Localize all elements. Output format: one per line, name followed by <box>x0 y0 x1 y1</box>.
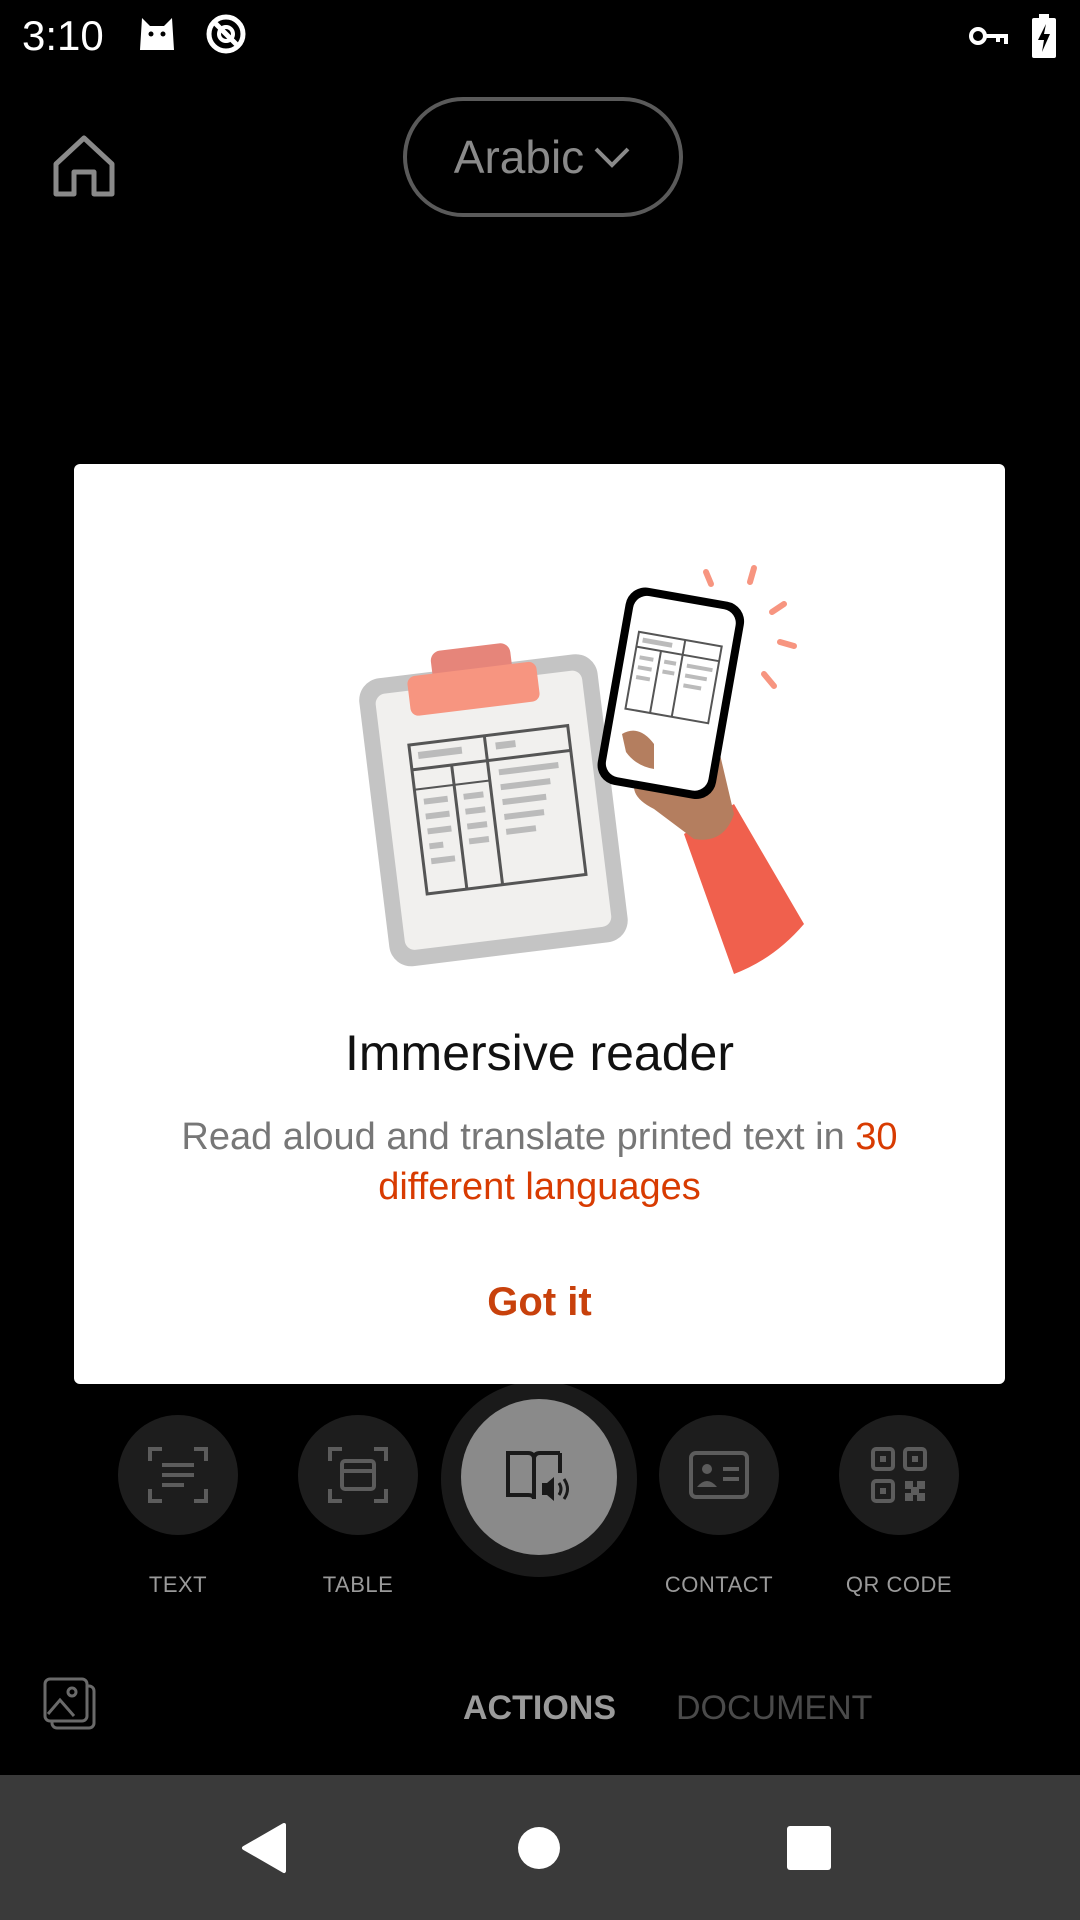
chevron-down-icon <box>594 147 630 168</box>
got-it-button[interactable]: Got it <box>74 1280 1005 1325</box>
navigation-bar <box>0 1775 1080 1920</box>
text-scan-icon <box>148 1447 208 1503</box>
mode-qr-code-label: QR CODE <box>845 1572 953 1597</box>
language-label: Arabic <box>453 131 585 183</box>
mode-qr-code-button[interactable] <box>839 1415 959 1535</box>
gallery-button[interactable] <box>42 1676 98 1732</box>
back-icon <box>242 1823 286 1873</box>
mode-table-label: TABLE <box>322 1572 394 1597</box>
home-nav-button[interactable] <box>506 1815 572 1881</box>
immersive-reader-dialog: Immersive reader Read aloud and translat… <box>74 464 1005 1384</box>
mode-text-button[interactable] <box>118 1415 238 1535</box>
home-icon <box>53 135 115 197</box>
mode-text-label: TEXT <box>148 1572 208 1597</box>
clipboard-phone-illustration <box>359 565 804 974</box>
contact-card-icon <box>689 1451 749 1499</box>
home-button[interactable] <box>48 130 120 202</box>
status-bar: 3:10 <box>0 0 1080 72</box>
table-scan-icon <box>328 1447 388 1503</box>
gallery-icon <box>43 1677 96 1730</box>
tab-actions[interactable]: ACTIONS <box>463 1689 616 1728</box>
battery-charging-icon <box>1030 14 1058 63</box>
home-circle-icon <box>518 1827 560 1869</box>
mode-table-button[interactable] <box>298 1415 418 1535</box>
tab-document[interactable]: DOCUMENT <box>676 1689 872 1728</box>
recents-square-icon <box>787 1826 831 1870</box>
language-selector[interactable]: Arabic <box>403 97 683 217</box>
vpn-key-icon <box>968 18 1010 59</box>
mode-contact-button[interactable] <box>659 1415 779 1535</box>
recents-button[interactable] <box>776 1815 842 1881</box>
back-button[interactable] <box>232 1815 298 1881</box>
qr-code-icon <box>871 1447 927 1503</box>
cat-icon <box>136 12 178 59</box>
mode-contact-label: CONTACT <box>664 1572 774 1597</box>
dialog-title: Immersive reader <box>345 1025 734 1081</box>
immersive-reader-capture-button[interactable] <box>461 1399 617 1555</box>
dialog-description-text: Read aloud and translate printed text in <box>181 1116 856 1158</box>
status-time: 3:10 <box>22 12 104 59</box>
dialog-description: Read aloud and translate printed text in… <box>134 1112 945 1212</box>
immersive-reader-icon <box>506 1451 569 1501</box>
data-saver-icon <box>204 12 248 61</box>
